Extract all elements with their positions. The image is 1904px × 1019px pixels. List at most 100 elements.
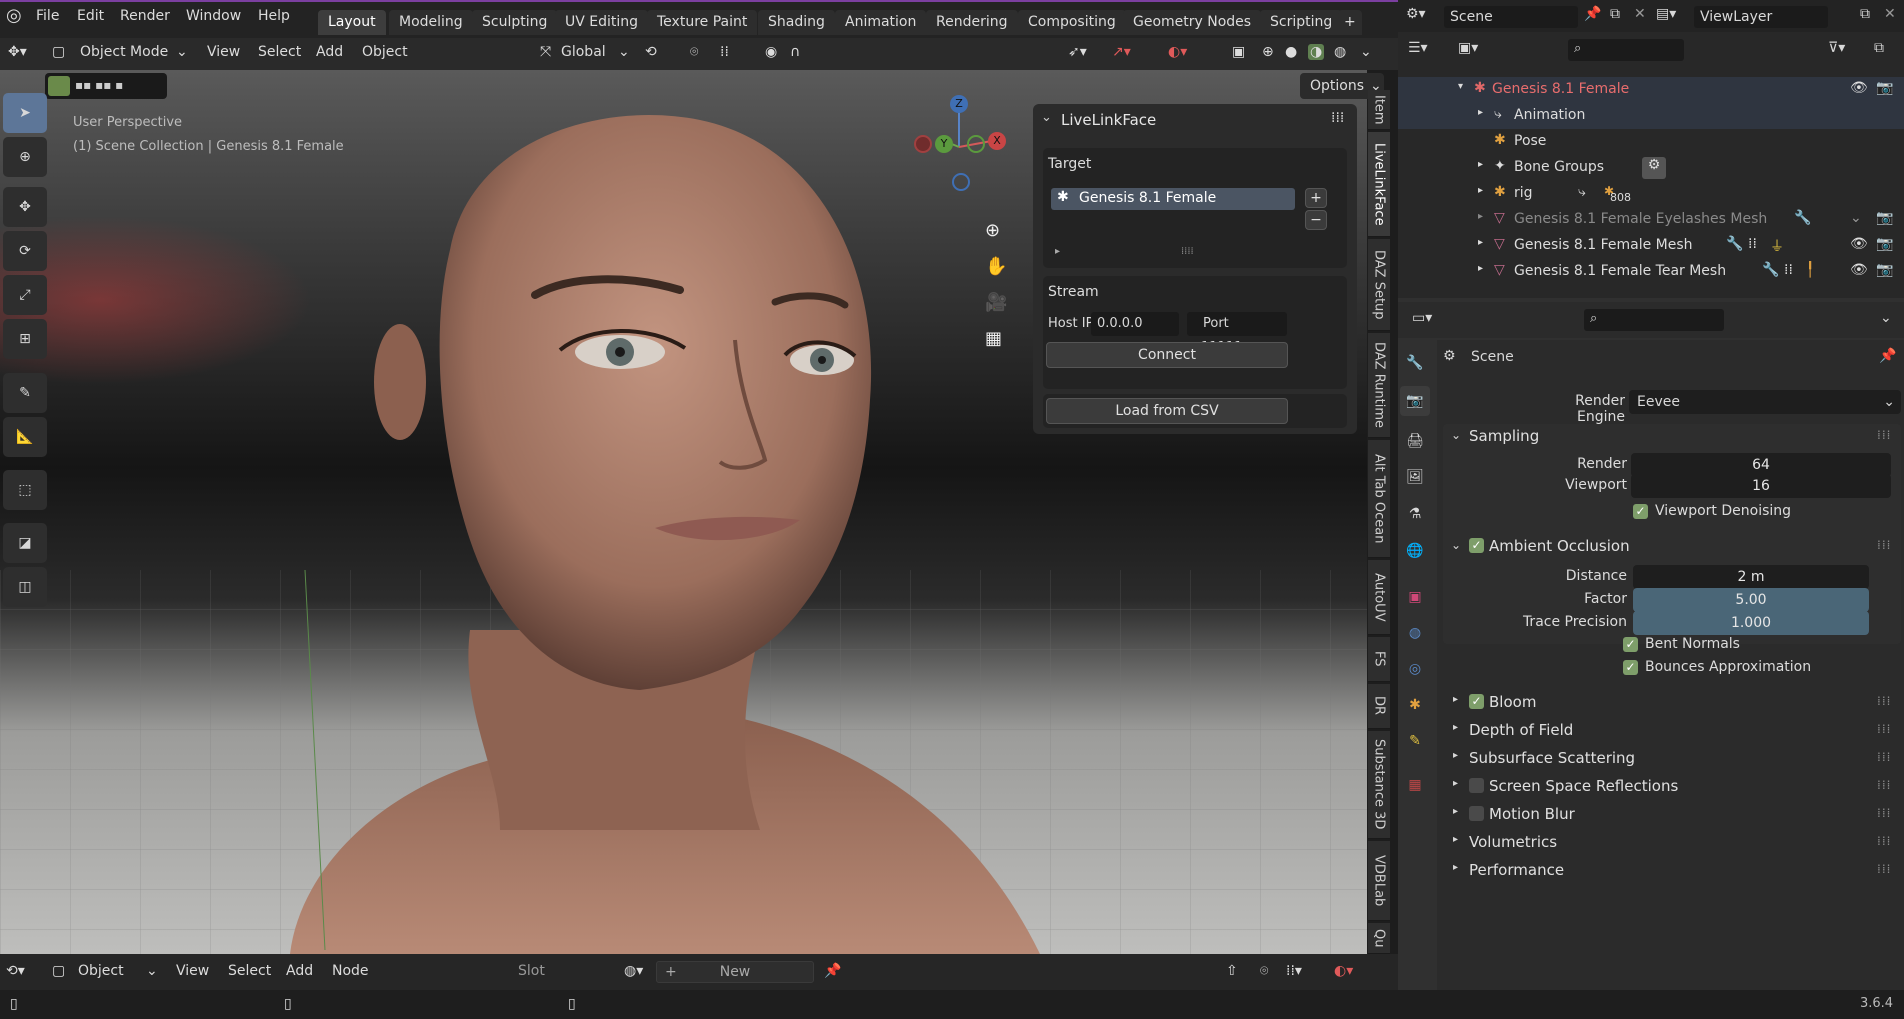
- scene-icon[interactable]: ⚙▾: [1406, 6, 1426, 22]
- gizmo-x-axis[interactable]: X: [988, 132, 1006, 150]
- collapse-chevron-icon[interactable]: ⌄: [1041, 110, 1052, 125]
- expand-triangle-icon[interactable]: ▸: [1055, 246, 1060, 257]
- render-camera-icon[interactable]: 📷: [1876, 262, 1893, 278]
- add-target-button[interactable]: +: [1305, 188, 1327, 208]
- add-cube-tool-icon[interactable]: ⬚: [3, 470, 47, 510]
- measure-tool-icon[interactable]: 📐: [3, 417, 47, 457]
- properties-editor-icon[interactable]: ▭▾: [1412, 310, 1432, 326]
- gizmo-neg-y-axis[interactable]: [967, 135, 985, 153]
- object-tab-icon[interactable]: ▣: [1400, 582, 1430, 612]
- tab-compositing[interactable]: Compositing: [1018, 10, 1126, 35]
- chevron-down-icon[interactable]: ⌄: [1880, 310, 1892, 326]
- ssr-section-header[interactable]: Screen Space Reflections: [1489, 777, 1678, 795]
- tab-shading[interactable]: Shading: [758, 10, 835, 35]
- drag-handle-icon[interactable]: ⁞⁞⁞: [1877, 694, 1891, 708]
- resize-handle-icon[interactable]: ⁞⁞⁞⁞: [1181, 246, 1194, 257]
- outliner-row-tear-mesh[interactable]: ▸ ▽ Genesis 8.1 Female Tear Mesh 🔧 ⁞⁞ ╿ …: [1398, 259, 1904, 285]
- visibility-eye-icon[interactable]: 👁: [1850, 236, 1868, 252]
- sidebar-tab-dr[interactable]: DR: [1368, 684, 1390, 729]
- menu-object[interactable]: Object: [362, 44, 408, 60]
- new-material-button[interactable]: + New: [656, 961, 814, 983]
- ortho-grid-icon[interactable]: ▦: [985, 328, 1002, 349]
- menu-add[interactable]: Add: [316, 44, 343, 60]
- editor-type-icon[interactable]: ⟲▾: [6, 963, 25, 979]
- expand-triangle-icon[interactable]: ▸: [1453, 806, 1458, 817]
- gizmo-y-axis[interactable]: Y: [935, 135, 953, 153]
- extra-tool-icon[interactable]: ◫: [3, 567, 47, 607]
- chevron-down-icon[interactable]: ⌄: [1360, 44, 1372, 60]
- bone-tab-icon[interactable]: ✎: [1400, 726, 1430, 756]
- ao-distance-field[interactable]: 2 m: [1633, 565, 1869, 589]
- outliner-search-input[interactable]: ⌕: [1568, 39, 1684, 61]
- menu-view[interactable]: View: [176, 963, 209, 979]
- render-tab-icon[interactable]: 📷: [1400, 386, 1430, 416]
- drag-handle-icon[interactable]: ⁞⁞⁞: [1877, 862, 1891, 876]
- gizmo-toggle-icon[interactable]: ↗▾: [1112, 44, 1131, 60]
- gizmo-neg-x-axis[interactable]: [914, 135, 932, 153]
- drag-handle-icon[interactable]: ⁞⁞⁞: [1877, 778, 1891, 792]
- expand-triangle-icon[interactable]: ▸: [1478, 159, 1483, 170]
- sss-section-header[interactable]: Subsurface Scattering: [1469, 749, 1635, 767]
- expand-triangle-icon[interactable]: ▸: [1478, 263, 1483, 274]
- bent-normals-checkbox[interactable]: ✓: [1623, 637, 1638, 652]
- menu-node[interactable]: Node: [332, 963, 369, 979]
- texture-tab-icon[interactable]: ▦: [1400, 770, 1430, 800]
- select-tool-icon[interactable]: ➤: [3, 93, 47, 133]
- menu-edit[interactable]: Edit: [77, 8, 104, 24]
- output-tab-icon[interactable]: 🖨: [1400, 426, 1430, 456]
- falloff-icon[interactable]: ∩: [790, 44, 800, 60]
- zoom-icon[interactable]: ⊕: [985, 220, 1000, 241]
- tab-uv-editing[interactable]: UV Editing: [555, 10, 649, 35]
- rotate-tool-icon[interactable]: ⟳: [3, 231, 47, 271]
- shear-tool-icon[interactable]: ◪: [3, 523, 47, 563]
- sampling-section-header[interactable]: Sampling: [1469, 427, 1539, 445]
- tab-layout[interactable]: Layout: [318, 10, 386, 35]
- viewport-samples-field[interactable]: 16: [1631, 474, 1891, 498]
- sidebar-tab-vdblab[interactable]: VDBLab: [1368, 841, 1390, 921]
- render-engine-dropdown[interactable]: Eevee ⌄: [1629, 390, 1901, 414]
- pin-icon[interactable]: 📌: [1584, 6, 1601, 22]
- expand-triangle-icon[interactable]: ▸: [1453, 694, 1458, 705]
- parent-node-icon[interactable]: ⇧: [1226, 963, 1238, 979]
- snap-grid-icon[interactable]: ⁞⁞▾: [1286, 963, 1302, 979]
- overlay-toggle-icon[interactable]: ◐▾: [1168, 44, 1187, 60]
- selectability-icon[interactable]: ➶▾: [1068, 44, 1087, 60]
- display-mode-icon[interactable]: ☰▾: [1408, 40, 1428, 56]
- proportional-edit-icon[interactable]: ◉: [765, 44, 777, 60]
- outliner-row-eyelashes[interactable]: ▸ ▽ Genesis 8.1 Female Eyelashes Mesh 🔧 …: [1398, 207, 1904, 233]
- drag-handle-icon[interactable]: ⁞⁞⁞: [1877, 538, 1891, 552]
- menu-view[interactable]: View: [207, 44, 240, 60]
- pin-icon[interactable]: 📌: [1879, 348, 1896, 364]
- menu-file[interactable]: File: [36, 8, 59, 24]
- visibility-eye-icon[interactable]: 👁: [1850, 80, 1868, 96]
- collapse-chevron-icon[interactable]: ⌄: [1451, 538, 1461, 552]
- sidebar-tab-autouv[interactable]: AutoUV: [1368, 560, 1390, 635]
- target-list-item[interactable]: ✱ Genesis 8.1 Female: [1051, 188, 1295, 210]
- menu-help[interactable]: Help: [258, 8, 290, 24]
- ao-trace-slider[interactable]: 1.000: [1633, 611, 1869, 635]
- move-tool-icon[interactable]: ✥: [3, 187, 47, 227]
- menu-select[interactable]: Select: [258, 44, 301, 60]
- load-csv-button[interactable]: Load from CSV: [1046, 398, 1288, 424]
- viewlayer-icon[interactable]: ▤▾: [1656, 6, 1676, 22]
- mode-dropdown[interactable]: Object Mode: [80, 44, 168, 60]
- motion-blur-checkbox[interactable]: [1469, 806, 1484, 821]
- outliner-row-root[interactable]: ▾ ✱ Genesis 8.1 Female 👁 📷: [1398, 77, 1904, 103]
- gizmo-neg-z-axis[interactable]: [952, 173, 970, 191]
- tab-animation[interactable]: Animation: [835, 10, 927, 35]
- hidden-eye-icon[interactable]: ⌄: [1850, 210, 1862, 226]
- expand-triangle-icon[interactable]: ▸: [1453, 778, 1458, 789]
- sidebar-tab-livelinkface[interactable]: LiveLinkFace: [1368, 132, 1390, 237]
- close-icon[interactable]: ✕: [1884, 6, 1896, 22]
- properties-search-input[interactable]: ⌕: [1584, 309, 1724, 331]
- gizmo-z-axis[interactable]: Z: [950, 95, 968, 113]
- select-extend-icon[interactable]: ▪▪ ▪▪ ▪: [75, 78, 123, 92]
- new-viewlayer-icon[interactable]: ⧉: [1860, 6, 1870, 22]
- overlay-toggle-icon[interactable]: ◐▾: [1334, 963, 1353, 979]
- material-icon[interactable]: ◍▾: [624, 963, 643, 979]
- sidebar-tab-daz-setup[interactable]: DAZ Setup: [1368, 239, 1390, 331]
- dof-section-header[interactable]: Depth of Field: [1469, 721, 1573, 739]
- armature-data-tab-icon[interactable]: ✱: [1400, 690, 1430, 720]
- expand-triangle-icon[interactable]: ▸: [1453, 750, 1458, 761]
- port-field[interactable]: Port 11111: [1187, 312, 1287, 355]
